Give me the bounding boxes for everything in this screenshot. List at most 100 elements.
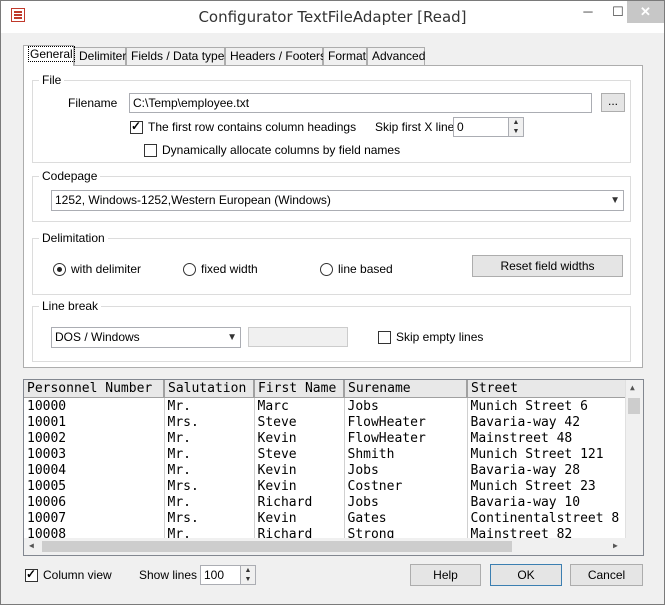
horizontal-scrollbar[interactable]: ◀ ▶ xyxy=(24,538,643,555)
vertical-scroll-thumb[interactable] xyxy=(628,398,640,414)
tab-general[interactable]: General xyxy=(23,45,75,66)
table-cell: Mainstreet 48 xyxy=(467,430,636,446)
table-cell: Kevin xyxy=(254,478,345,494)
help-button[interactable]: Help xyxy=(410,564,481,586)
table-cell: Mr. xyxy=(164,494,255,510)
table-row[interactable]: 10005 Mrs. Kevin Costner Munich Street 23 xyxy=(24,478,636,494)
with-delimiter-label: with delimiter xyxy=(71,262,142,276)
line-break-selected: DOS / Windows xyxy=(55,330,140,344)
table-cell: Mr. xyxy=(164,397,255,414)
line-break-group-title: Line break xyxy=(39,299,102,313)
chevron-down-icon: ▼ xyxy=(227,332,237,343)
table-cell: Bavaria-way 28 xyxy=(467,462,636,478)
table-cell: Bavaria-way 42 xyxy=(467,414,636,430)
dynamic-columns-label: Dynamically allocate columns by field na… xyxy=(162,143,401,157)
column-header[interactable]: Personnel Number xyxy=(24,380,165,398)
table-row[interactable]: 10006 Mr. Richard Jobs Bavaria-way 10 xyxy=(24,494,636,510)
scroll-right-icon[interactable]: ▶ xyxy=(613,541,618,550)
table-cell: Munich Street 6 xyxy=(467,397,636,414)
line-break-select[interactable]: DOS / Windows ▼ xyxy=(51,327,241,348)
browse-button[interactable]: ... xyxy=(601,93,625,112)
window-title: Configurator TextFileAdapter [Read] xyxy=(198,8,467,26)
chevron-down-icon: ▼ xyxy=(610,195,620,206)
close-button[interactable]: ✕ xyxy=(627,1,664,23)
tab-headers-footers[interactable]: Headers / Footers xyxy=(225,47,326,65)
line-based-label: line based xyxy=(338,262,393,276)
table-cell: 10000 xyxy=(24,397,165,414)
skip-lines-value: 0 xyxy=(457,120,464,134)
tab-fields-data-types[interactable]: Fields / Data types xyxy=(126,47,230,65)
title-bar: Configurator TextFileAdapter [Read] ─ ☐ … xyxy=(1,1,664,33)
tab-advanced[interactable]: Advanced xyxy=(367,47,425,65)
table-cell: Mrs. xyxy=(164,414,255,430)
skip-empty-lines-checkbox[interactable] xyxy=(378,331,391,344)
table-cell: Kevin xyxy=(254,462,345,478)
file-group-title: File xyxy=(39,73,65,87)
table-cell: Steve xyxy=(254,414,345,430)
spinner-arrows-icon[interactable]: ▲ ▼ xyxy=(240,566,255,584)
column-header[interactable]: Street xyxy=(467,380,636,398)
column-header[interactable]: First Name xyxy=(254,380,345,398)
reset-field-widths-button[interactable]: Reset field widths xyxy=(472,255,623,277)
table-cell: 10002 xyxy=(24,430,165,446)
show-lines-label: Show lines xyxy=(139,568,198,582)
file-group: File Filename C:\Temp\employee.txt ... T… xyxy=(32,73,631,163)
column-view-label: Column view xyxy=(43,568,112,582)
ok-button[interactable]: OK xyxy=(490,564,562,586)
table-cell: Continentalstreet 8 xyxy=(467,510,636,526)
skip-lines-spinner[interactable]: 0 ▲ ▼ xyxy=(453,117,524,137)
table-row[interactable]: 10007 Mrs. Kevin Gates Continentalstreet 8 xyxy=(24,510,636,526)
table-row[interactable]: 10003 Mr. Steve Shmith Munich Street 121 xyxy=(24,446,636,462)
configurator-window: Configurator TextFileAdapter [Read] ─ ☐ … xyxy=(0,0,665,605)
codepage-group-title: Codepage xyxy=(39,169,101,183)
minimize-button[interactable]: ─ xyxy=(573,1,603,23)
with-delimiter-radio[interactable] xyxy=(53,263,66,276)
tab-delimiter[interactable]: Delimiter xyxy=(74,47,126,65)
table-row[interactable]: 10002 Mr. Kevin FlowHeater Mainstreet 48 xyxy=(24,430,636,446)
table-cell: Jobs xyxy=(344,397,468,414)
table-row[interactable]: 10000 Mr. Marc Jobs Munich Street 6 xyxy=(24,397,636,414)
line-based-radio[interactable] xyxy=(320,263,333,276)
first-row-headings-label: The first row contains column headings xyxy=(148,120,357,134)
line-break-group: Line break DOS / Windows ▼ Skip empty li… xyxy=(32,299,631,362)
table-cell: Munich Street 23 xyxy=(467,478,636,494)
table-cell: Steve xyxy=(254,446,345,462)
delimitation-group-title: Delimitation xyxy=(39,231,108,245)
table-cell: Marc xyxy=(254,397,345,414)
skip-lines-label: Skip first X lines xyxy=(375,120,461,134)
skip-empty-lines-label: Skip empty lines xyxy=(396,330,484,344)
fixed-width-radio[interactable] xyxy=(183,263,196,276)
delimitation-group: Delimitation with delimiter fixed width … xyxy=(32,231,631,295)
tab-format[interactable]: Format xyxy=(323,47,367,65)
codepage-select[interactable]: 1252, Windows-1252,Western European (Win… xyxy=(51,190,624,211)
show-lines-spinner[interactable]: 100 ▲ ▼ xyxy=(200,565,256,585)
table-cell: Costner xyxy=(344,478,468,494)
table-cell: 10006 xyxy=(24,494,165,510)
preview-table: Personnel Number Salutation First Name S… xyxy=(24,380,636,542)
horizontal-scroll-thumb[interactable] xyxy=(42,541,512,552)
general-tab-panel: File Filename C:\Temp\employee.txt ... T… xyxy=(23,65,643,368)
column-view-checkbox[interactable] xyxy=(25,567,38,582)
custom-line-break-input[interactable] xyxy=(248,327,348,347)
table-cell: Jobs xyxy=(344,494,468,510)
table-cell: Munich Street 121 xyxy=(467,446,636,462)
filename-input[interactable]: C:\Temp\employee.txt xyxy=(129,93,592,113)
table-cell: Mr. xyxy=(164,430,255,446)
dynamic-columns-checkbox[interactable] xyxy=(144,144,157,157)
table-row[interactable]: 10004 Mr. Kevin Jobs Bavaria-way 28 xyxy=(24,462,636,478)
table-cell: FlowHeater xyxy=(344,430,468,446)
scroll-left-icon[interactable]: ◀ xyxy=(29,541,34,550)
cancel-button[interactable]: Cancel xyxy=(570,564,643,586)
scroll-up-icon[interactable]: ▲ xyxy=(630,383,635,392)
table-cell: Kevin xyxy=(254,510,345,526)
column-header[interactable]: Salutation xyxy=(164,380,255,398)
filename-label: Filename xyxy=(68,96,118,110)
column-header[interactable]: Surename xyxy=(344,380,468,398)
table-row[interactable]: 10001 Mrs. Steve FlowHeater Bavaria-way 42 xyxy=(24,414,636,430)
table-cell: 10005 xyxy=(24,478,165,494)
preview-grid[interactable]: Personnel Number Salutation First Name S… xyxy=(23,379,644,556)
vertical-scrollbar[interactable]: ▲ xyxy=(625,380,643,538)
spinner-arrows-icon[interactable]: ▲ ▼ xyxy=(508,118,523,136)
codepage-group: Codepage 1252, Windows-1252,Western Euro… xyxy=(32,169,631,222)
first-row-headings-checkbox[interactable] xyxy=(130,119,143,134)
